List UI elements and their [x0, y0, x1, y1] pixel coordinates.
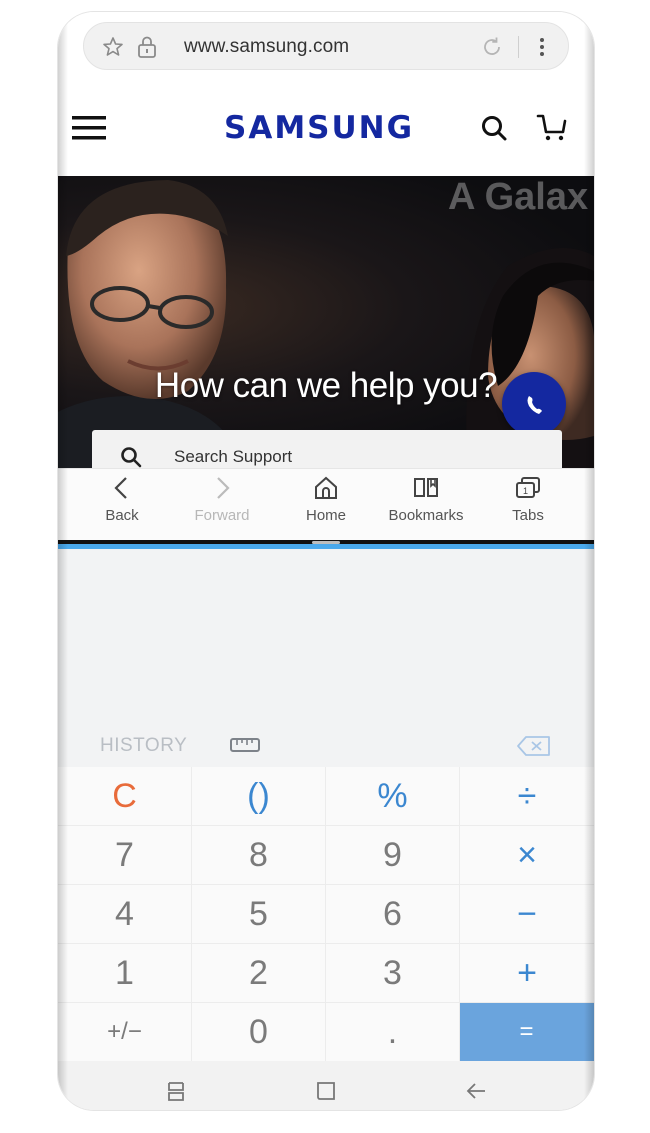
key-clear[interactable]: C	[58, 767, 192, 826]
key-9[interactable]: 9	[326, 826, 460, 885]
browser-toolbar: www.samsung.com	[58, 12, 594, 80]
samsung-logo[interactable]: SAMSUNG	[224, 110, 412, 146]
phone-icon	[527, 396, 542, 414]
hero-background-text: A Galax	[448, 176, 589, 218]
key-1[interactable]: 1	[58, 944, 192, 1003]
key-multiply[interactable]: ×	[460, 826, 594, 885]
nav-tabs-label: Tabs	[512, 507, 544, 524]
call-button[interactable]	[502, 372, 566, 436]
backspace-icon[interactable]	[516, 735, 552, 757]
search-support-input[interactable]: Search Support	[92, 430, 562, 468]
key-8[interactable]: 8	[192, 826, 326, 885]
bookmark-star-icon[interactable]	[102, 36, 124, 58]
history-button[interactable]: HISTORY	[100, 735, 187, 757]
key-4[interactable]: 4	[58, 885, 192, 944]
nav-home-label: Home	[305, 507, 346, 524]
lock-icon	[138, 36, 156, 58]
key-7[interactable]: 7	[58, 826, 192, 885]
browser-nav-bar: Back Forward Home Bookmarks 1 Tabs	[58, 468, 594, 541]
home-button-icon[interactable]	[314, 1079, 338, 1103]
tabs-icon: 1	[516, 477, 540, 498]
calculator-toolbar: HISTORY	[58, 715, 594, 767]
key-equals[interactable]: =	[460, 1003, 594, 1062]
key-0[interactable]: 0	[192, 1003, 326, 1062]
nav-back-label: Back	[105, 507, 139, 524]
calculator-keypad: C () % ÷ 7 8 9 × 4 5 6 − 1 2 3 + +/− 0 .…	[58, 767, 594, 1062]
split-screen-handle[interactable]	[312, 541, 340, 544]
hamburger-menu-icon[interactable]	[72, 114, 106, 142]
nav-forward-button[interactable]: Forward	[172, 475, 272, 524]
bookmarks-icon	[414, 478, 438, 497]
address-bar[interactable]: www.samsung.com	[83, 22, 569, 70]
key-2[interactable]: 2	[192, 944, 326, 1003]
nav-bookmarks-button[interactable]: Bookmarks	[376, 475, 476, 524]
cart-icon[interactable]	[536, 112, 568, 142]
nav-back-button[interactable]: Back	[72, 475, 172, 524]
nav-forward-label: Forward	[194, 507, 250, 524]
key-6[interactable]: 6	[326, 885, 460, 944]
nav-tabs-button[interactable]: 1 Tabs	[478, 475, 578, 524]
recent-apps-icon[interactable]	[164, 1079, 188, 1103]
back-arrow-icon[interactable]	[464, 1079, 488, 1103]
key-divide[interactable]: ÷	[460, 767, 594, 826]
key-3[interactable]: 3	[326, 944, 460, 1003]
divider	[518, 36, 519, 58]
chevron-right-icon	[217, 477, 230, 499]
key-add[interactable]: +	[460, 944, 594, 1003]
key-5[interactable]: 5	[192, 885, 326, 944]
key-subtract[interactable]: −	[460, 885, 594, 944]
nav-bookmarks-label: Bookmarks	[388, 507, 464, 524]
key-percent[interactable]: %	[326, 767, 460, 826]
chevron-left-icon	[114, 477, 127, 499]
unit-converter-icon[interactable]	[230, 737, 260, 753]
svg-text:1: 1	[523, 486, 528, 496]
search-icon	[121, 447, 142, 468]
more-options-icon[interactable]	[536, 35, 548, 59]
phone-frame: www.samsung.com SAMSUNG A Galax How can …	[58, 12, 594, 1110]
reload-icon[interactable]	[480, 35, 504, 59]
hero-banner: A Galax How can we help you? Search Supp…	[58, 176, 594, 468]
nav-home-button[interactable]: Home	[276, 475, 376, 524]
search-icon[interactable]	[480, 114, 508, 142]
key-plus-minus[interactable]: +/−	[58, 1003, 192, 1062]
url-text[interactable]: www.samsung.com	[184, 36, 349, 58]
system-nav-bar	[58, 1061, 594, 1110]
home-icon	[315, 476, 337, 499]
key-parentheses[interactable]: ()	[192, 767, 326, 826]
search-support-placeholder: Search Support	[174, 447, 293, 466]
key-decimal[interactable]: .	[326, 1003, 460, 1062]
site-header: SAMSUNG	[58, 80, 594, 176]
calculator-display	[58, 549, 594, 715]
